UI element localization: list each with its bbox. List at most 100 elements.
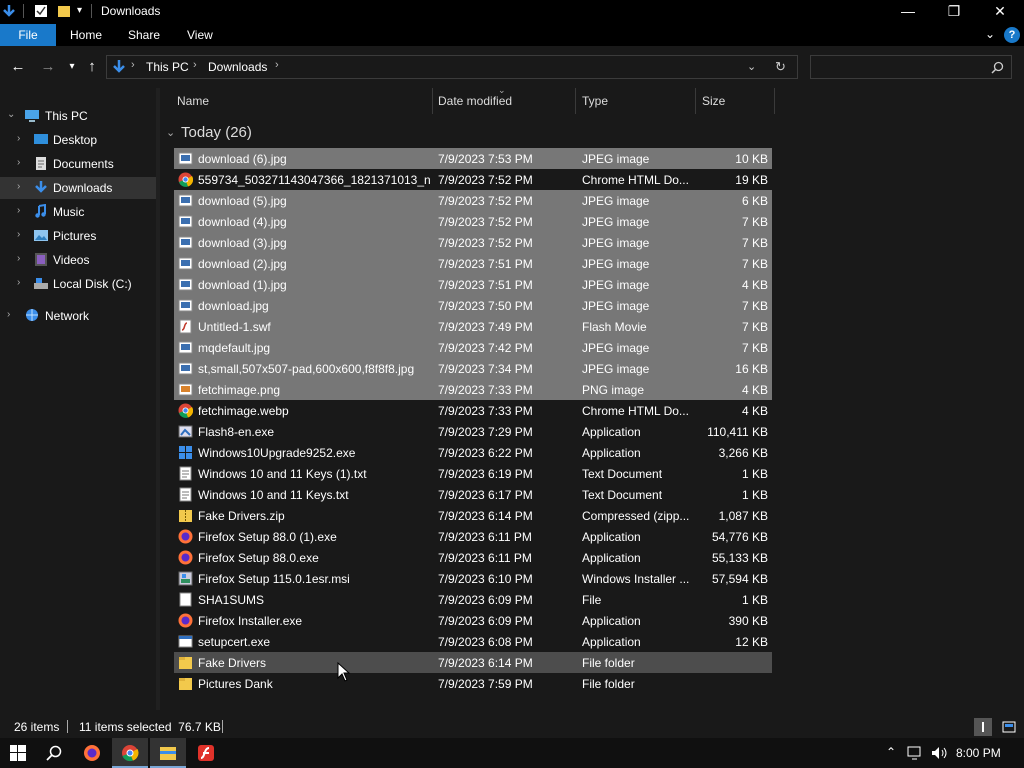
collapse-arrow-icon[interactable]: › (17, 133, 20, 144)
expand-arrow-icon[interactable]: ⌄ (7, 109, 15, 120)
column-header-date[interactable]: Date modified (430, 88, 575, 114)
file-row[interactable]: Firefox Setup 115.0.1esr.msi 7/9/2023 6:1… (174, 568, 772, 589)
help-icon[interactable]: ? (1004, 27, 1020, 43)
flash-icon (198, 745, 214, 761)
close-button[interactable]: ✕ (977, 0, 1023, 24)
volume-icon[interactable] (931, 746, 949, 760)
back-button[interactable]: ← (8, 57, 28, 77)
column-divider[interactable] (774, 88, 775, 114)
file-row[interactable]: Firefox Setup 88.0 (1).exe 7/9/2023 6:11 … (174, 526, 772, 547)
file-size: 7 KB (741, 257, 768, 271)
tab-view[interactable]: View (175, 24, 225, 46)
group-header[interactable]: Today (26) (181, 124, 252, 141)
file-row[interactable]: Firefox Setup 88.0.exe 7/9/2023 6:11 PM Ap… (174, 547, 772, 568)
file-row[interactable]: Windows 10 and 11 Keys.txt 7/9/2023 6:17 … (174, 484, 772, 505)
nav-item-videos[interactable]: › Videos (0, 249, 156, 271)
file-date: 7/9/2023 7:53 PM (438, 152, 533, 166)
network-status-icon[interactable] (907, 746, 923, 760)
file-row[interactable]: Untitled-1.swf 7/9/2023 7:49 PM Flash Movi… (174, 316, 772, 337)
properties-icon[interactable] (34, 4, 48, 18)
file-row[interactable]: Fake Drivers.zip 7/9/2023 6:14 PM Compress… (174, 505, 772, 526)
file-name: download (3).jpg (198, 236, 287, 250)
column-header-type[interactable]: Type (574, 88, 695, 114)
expand-ribbon-icon[interactable]: ⌄ (985, 27, 995, 41)
tab-file[interactable]: File (0, 24, 56, 46)
file-row[interactable]: mqdefault.jpg 7/9/2023 7:42 PM JPEG image 7… (174, 337, 772, 358)
file-row[interactable]: Flash8-en.exe 7/9/2023 7:29 PM Application… (174, 421, 772, 442)
large-icons-view-button[interactable] (1000, 718, 1018, 736)
file-row[interactable]: download (6).jpg 7/9/2023 7:53 PM JPEG ima… (174, 148, 772, 169)
nav-item-local-disk[interactable]: › Local Disk (C:) (0, 273, 156, 295)
file-row[interactable]: SHA1SUMS 7/9/2023 6:09 PM File 1 KB (174, 589, 772, 610)
file-type: Text Document (582, 467, 663, 481)
address-dropdown-icon[interactable]: ⌄ (747, 60, 756, 73)
maximize-button[interactable]: ❐ (931, 0, 977, 24)
collapse-arrow-icon[interactable]: › (17, 229, 20, 240)
minimize-button[interactable]: — (885, 0, 931, 24)
quick-access-dropdown-icon[interactable]: ▾ (77, 5, 82, 16)
file-type: Compressed (zipp... (582, 509, 690, 523)
details-view-button[interactable] (974, 718, 992, 736)
file-row[interactable]: download (2).jpg 7/9/2023 7:51 PM JPEG ima… (174, 253, 772, 274)
file-row[interactable]: Fake Drivers 7/9/2023 6:14 PM File folder (174, 652, 772, 673)
new-folder-icon[interactable] (57, 4, 71, 18)
file-row[interactable]: download (5).jpg 7/9/2023 7:52 PM JPEG ima… (174, 190, 772, 211)
up-button[interactable]: ↑ (82, 57, 102, 77)
file-row[interactable]: Firefox Installer.exe 7/9/2023 6:09 PM App… (174, 610, 772, 631)
nav-item-desktop[interactable]: › Desktop (0, 129, 156, 151)
collapse-arrow-icon[interactable]: › (17, 253, 20, 264)
refresh-icon[interactable]: ↻ (775, 59, 786, 75)
column-header-name[interactable]: Name (169, 88, 432, 114)
nav-item-documents[interactable]: › Documents (0, 153, 156, 175)
taskbar-chrome[interactable] (112, 738, 148, 768)
nav-item-music[interactable]: › Music (0, 201, 156, 223)
collapse-arrow-icon[interactable]: › (17, 181, 20, 192)
file-row[interactable]: Pictures Dank 7/9/2023 7:59 PM File folder (174, 673, 772, 694)
folder-icon (179, 678, 192, 690)
breadcrumb-separator[interactable]: › (131, 59, 135, 71)
collapse-arrow-icon[interactable]: › (17, 277, 20, 288)
download-arrow-icon[interactable] (2, 4, 16, 18)
file-row[interactable]: download (3).jpg 7/9/2023 7:52 PM JPEG ima… (174, 232, 772, 253)
tab-share[interactable]: Share (116, 24, 172, 46)
group-collapse-icon[interactable]: ⌄ (166, 126, 175, 139)
show-hidden-icons-icon[interactable]: ⌃ (886, 745, 896, 759)
nav-item-pictures[interactable]: › Pictures (0, 225, 156, 247)
nav-item-this-pc[interactable]: ⌄ This PC (0, 105, 156, 127)
file-row[interactable]: Windows10Upgrade9252.exe 7/9/2023 6:22 PM… (174, 442, 772, 463)
file-row[interactable]: 559734_503271143047366_1821371013_n.... 7… (174, 169, 772, 190)
taskbar-firefox[interactable] (74, 738, 110, 768)
search-button[interactable] (36, 738, 72, 768)
file-row[interactable]: download.jpg 7/9/2023 7:50 PM JPEG image 7 … (174, 295, 772, 316)
forward-button[interactable]: → (38, 57, 58, 77)
nav-item-network[interactable]: › Network (0, 305, 156, 327)
breadcrumb-separator[interactable]: › (275, 59, 279, 71)
start-button[interactable] (0, 738, 36, 768)
file-row[interactable]: download (1).jpg 7/9/2023 7:51 PM JPEG ima… (174, 274, 772, 295)
column-header-size[interactable]: Size (694, 88, 774, 114)
collapse-arrow-icon[interactable]: › (17, 157, 20, 168)
file-row[interactable]: fetchimage.png 7/9/2023 7:33 PM PNG image 4… (174, 379, 772, 400)
file-date: 7/9/2023 7:49 PM (438, 320, 533, 334)
recent-locations-icon[interactable]: ▾ (62, 57, 82, 77)
file-size: 12 KB (735, 635, 768, 649)
tab-home[interactable]: Home (58, 24, 114, 46)
file-row[interactable]: fetchimage.webp 7/9/2023 7:33 PM Chrome HT… (174, 400, 772, 421)
flash-file-icon (179, 319, 192, 334)
nav-item-downloads[interactable]: › Downloads (0, 177, 156, 199)
collapse-arrow-icon[interactable]: › (7, 309, 10, 320)
file-row[interactable]: download (4).jpg 7/9/2023 7:52 PM JPEG ima… (174, 211, 772, 232)
address-bar[interactable]: › This PC › Downloads › ⌄ ↻ (106, 55, 798, 79)
taskbar-file-explorer[interactable] (150, 738, 186, 768)
breadcrumb-this-pc[interactable]: This PC (146, 60, 189, 74)
file-row[interactable]: setupcert.exe 7/9/2023 6:08 PM Application… (174, 631, 772, 652)
file-row[interactable]: st,small,507x507-pad,600x600,f8f8f8.jpg 7… (174, 358, 772, 379)
breadcrumb-downloads[interactable]: Downloads (208, 60, 267, 74)
collapse-arrow-icon[interactable]: › (17, 205, 20, 216)
clock[interactable]: 8:00 PM (956, 746, 1001, 760)
file-row[interactable]: Windows 10 and 11 Keys (1).txt 7/9/2023 6… (174, 463, 772, 484)
search-input[interactable] (810, 55, 1012, 79)
breadcrumb-separator[interactable]: › (193, 59, 197, 71)
file-name: st,small,507x507-pad,600x600,f8f8f8.jpg (198, 362, 415, 376)
taskbar-flash[interactable] (188, 738, 224, 768)
